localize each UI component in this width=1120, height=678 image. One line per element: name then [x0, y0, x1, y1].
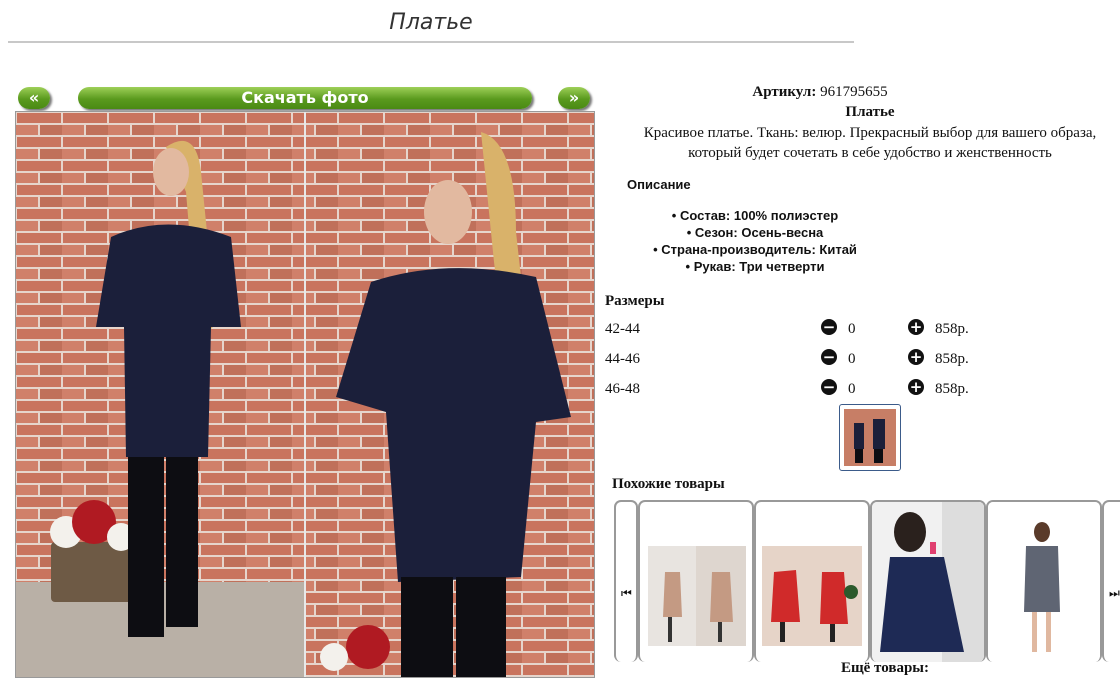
spec-item: Страна-производитель: Китай	[605, 241, 905, 258]
sku-label: Артикул:	[752, 84, 817, 100]
carousel-next-button[interactable]: ⏭	[1102, 500, 1120, 662]
size-quantity: 0	[848, 381, 856, 397]
similar-product-card[interactable]	[870, 500, 986, 662]
spec-item: Состав: 100% полиэстер	[605, 207, 905, 224]
description-heading: Описание	[627, 177, 691, 192]
similar-product-card[interactable]	[638, 500, 754, 662]
product-thumbnail[interactable]	[839, 404, 901, 471]
plus-circle-icon[interactable]: +	[908, 379, 924, 395]
spec-item: Сезон: Осень-весна	[605, 224, 905, 241]
sku-value: 961795655	[820, 84, 888, 100]
size-price: 858р.	[935, 321, 969, 337]
download-photo-button[interactable]: Скачать фото	[78, 87, 532, 109]
size-row: 46-48 − 0 + 858р.	[605, 379, 1005, 401]
size-price: 858р.	[935, 381, 969, 397]
similar-product-card[interactable]	[986, 500, 1102, 662]
size-label: 44-46	[605, 351, 640, 367]
product-photo[interactable]	[15, 111, 595, 678]
more-products-label: Ещё товары:	[840, 660, 930, 676]
size-label: 42-44	[605, 321, 640, 337]
title-divider	[8, 41, 854, 43]
plus-circle-icon[interactable]: +	[908, 349, 924, 365]
size-row: 42-44 − 0 + 858р.	[605, 319, 1005, 341]
size-quantity: 0	[848, 351, 856, 367]
size-price: 858р.	[935, 351, 969, 367]
skip-prev-icon: ⏮	[621, 586, 632, 600]
size-quantity: 0	[848, 321, 856, 337]
size-row: 44-46 − 0 + 858р.	[605, 349, 1005, 371]
similar-product-card[interactable]	[754, 500, 870, 662]
page-title: Платье	[389, 10, 473, 35]
minus-circle-icon[interactable]: −	[821, 319, 837, 335]
minus-circle-icon[interactable]: −	[821, 379, 837, 395]
sizes-heading: Размеры	[605, 293, 665, 309]
prev-photo-button[interactable]: «	[18, 87, 50, 109]
similar-products-heading: Похожие товары	[612, 476, 725, 492]
carousel-prev-button[interactable]: ⏮	[614, 500, 638, 662]
product-name: Платье	[845, 104, 895, 120]
sku-line: Артикул: 961795655	[605, 84, 1035, 101]
skip-next-icon: ⏭	[1109, 586, 1120, 600]
minus-circle-icon[interactable]: −	[821, 349, 837, 365]
product-description: Красивое платье. Ткань: велюр. Прекрасны…	[643, 125, 1097, 161]
specs-list: Состав: 100% полиэстер Сезон: Осень-весн…	[605, 207, 905, 275]
plus-circle-icon[interactable]: +	[908, 319, 924, 335]
next-photo-button[interactable]: »	[558, 87, 590, 109]
spec-item: Рукав: Три четверти	[605, 258, 905, 275]
size-label: 46-48	[605, 381, 640, 397]
